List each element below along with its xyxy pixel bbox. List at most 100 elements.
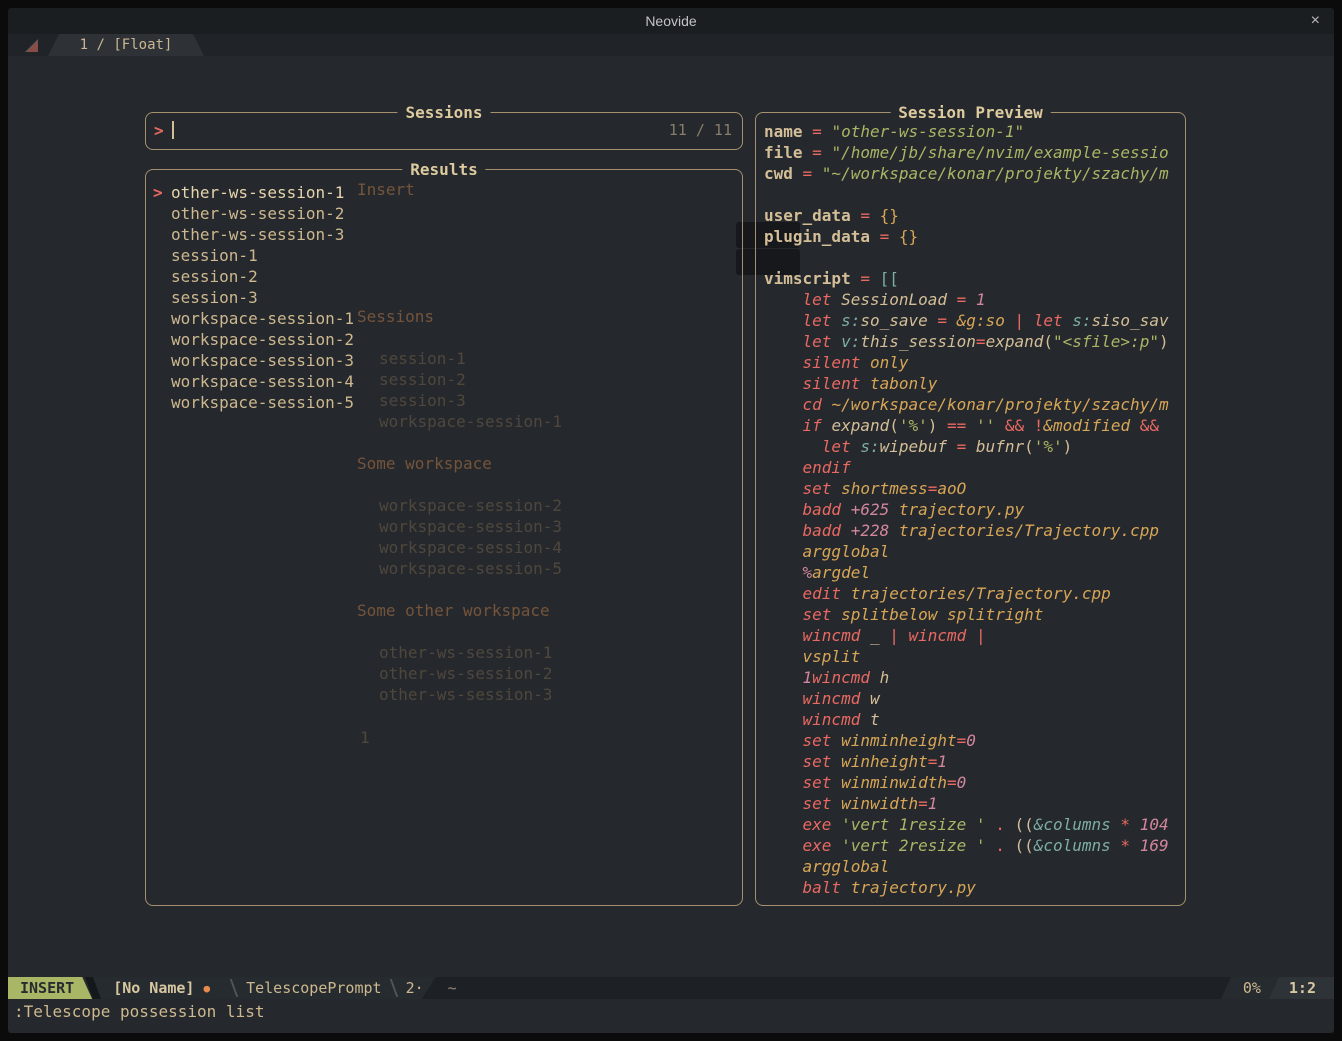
sessions-prompt-window: Sessions > 11 / 11 <box>145 102 743 150</box>
selection-caret <box>153 287 171 308</box>
preview-line: set winwidth=1 <box>802 794 938 813</box>
preview-line: vimscript = [[ <box>764 269 899 288</box>
selection-caret <box>153 224 171 245</box>
preview-line: wincmd _ | wincmd | <box>802 626 986 645</box>
preview-line <box>764 184 1185 205</box>
selection-caret <box>153 350 171 371</box>
preview-line: file = "/home/jb/share/nvim/example-sess… <box>764 143 1169 162</box>
session-name: session-3 <box>171 288 258 307</box>
list-item[interactable]: workspace-session-2 <box>146 329 742 350</box>
session-name: session-2 <box>171 267 258 286</box>
preview-line: exe 'vert 1resize ' . ((&columns * 104 <box>802 815 1169 834</box>
preview-line: set winheight=1 <box>802 752 948 771</box>
list-item[interactable]: workspace-session-5 <box>146 392 742 413</box>
list-item[interactable]: other-ws-session-3 <box>146 224 742 245</box>
preview-line: badd +625 trajectory.py <box>802 500 1025 519</box>
statusline: INSERT [No Name] ● TelescopePrompt 2· ~ … <box>8 977 1334 999</box>
preview-line: edit trajectories/Trajectory.cpp <box>802 584 1111 603</box>
session-name: workspace-session-2 <box>171 330 355 349</box>
preview-line: argglobal <box>802 542 890 561</box>
preview-line: cd ~/workspace/konar/projekty/szachy/m <box>802 395 1169 414</box>
preview-line: balt trajectory.py <box>802 878 976 897</box>
statusline-separator <box>229 979 239 997</box>
preview-line: wincmd w <box>802 689 880 708</box>
results-list: > other-ws-session-1 other-ws-session-2 oth… <box>146 170 742 413</box>
session-name: workspace-session-3 <box>171 351 355 370</box>
preview-line: argglobal <box>802 857 890 876</box>
selection-caret <box>153 203 171 224</box>
preview-line: let s:so_save = &g:so | let s:siso_sav <box>802 311 1169 330</box>
preview-line: let s:wipebuf = bufnr('%') <box>821 437 1073 456</box>
prompt-title: Sessions <box>397 102 491 123</box>
statusline-separator <box>389 979 398 997</box>
list-item[interactable]: session-3 <box>146 287 742 308</box>
selection-caret <box>153 392 171 413</box>
window-title: Neovide <box>645 13 697 29</box>
preview-line: silent only <box>802 353 909 372</box>
preview-line: %argdel <box>802 563 870 582</box>
home-indicator: ~ <box>447 979 457 997</box>
command-line-text: :Telescope possession list <box>14 1002 265 1021</box>
session-name: workspace-session-1 <box>171 309 355 328</box>
session-name: workspace-session-5 <box>171 393 355 412</box>
mode-indicator: INSERT <box>8 977 92 999</box>
file-segment: [No Name] ● <box>97 977 222 999</box>
preview-line: exe 'vert 2resize ' . ((&columns * 169 <box>802 836 1169 855</box>
text-cursor <box>172 121 174 139</box>
preview-line: if expand('%') == '' && !&modified && <box>802 416 1159 435</box>
tab-float[interactable]: 1 / [Float] <box>48 34 204 56</box>
preview-line: 1wincmd h <box>802 668 890 687</box>
preview-line: cwd = "~/workspace/konar/projekty/szachy… <box>764 164 1169 183</box>
close-icon: × <box>1310 12 1320 29</box>
command-line: :Telescope possession list <box>8 999 1334 1033</box>
preview-line: wincmd t <box>802 710 880 729</box>
session-name: other-ws-session-3 <box>171 225 345 244</box>
preview-title: Session Preview <box>890 102 1051 123</box>
session-name: other-ws-session-2 <box>171 204 345 223</box>
tabline-icon <box>25 39 38 52</box>
session-name: other-ws-session-1 <box>171 183 345 202</box>
window-titlebar: Neovide × <box>8 8 1334 34</box>
result-counter: 11 / 11 <box>668 121 732 139</box>
tab-label: 1 / [Float] <box>79 37 173 53</box>
selection-caret: > <box>153 183 163 202</box>
preview-line: endif <box>802 458 851 477</box>
selection-caret <box>153 266 171 287</box>
file-name: [No Name] <box>113 979 195 997</box>
prompt-caret: > <box>154 120 164 140</box>
window-close-button[interactable]: × <box>1311 8 1320 34</box>
window-number: 2· <box>405 979 424 997</box>
preview-line: vsplit <box>802 647 861 666</box>
preview-line: name = "other-ws-session-1" <box>764 122 1025 141</box>
list-item[interactable]: workspace-session-4 <box>146 371 742 392</box>
preview-line: let SessionLoad = 1 <box>802 290 986 309</box>
preview-line: silent tabonly <box>802 374 938 393</box>
list-item[interactable]: workspace-session-3 <box>146 350 742 371</box>
results-title: Results <box>402 159 486 180</box>
preview-line: let v:this_session=expand("<sfile>:p") <box>802 332 1169 351</box>
preview-line: set splitbelow splitright <box>802 605 1044 624</box>
selection-caret <box>153 308 171 329</box>
preview-line: plugin_data = {} <box>764 227 919 246</box>
preview-line: set winminwidth=0 <box>802 773 967 792</box>
list-item[interactable]: session-1 <box>146 245 742 266</box>
preview-line: user_data = {} <box>764 206 899 225</box>
tabline: 1 / [Float] <box>8 34 1334 56</box>
modified-dot-icon: ● <box>203 981 211 995</box>
list-item[interactable]: workspace-session-1 <box>146 308 742 329</box>
preview-line: set winminheight=0 <box>802 731 976 750</box>
cursor-position: 1:2 <box>1268 977 1334 999</box>
preview-line: badd +228 trajectories/Trajectory.cpp <box>802 521 1159 540</box>
selection-caret <box>153 245 171 266</box>
list-item[interactable]: > other-ws-session-1 <box>146 182 742 203</box>
list-item[interactable]: session-2 <box>146 266 742 287</box>
session-name: workspace-session-4 <box>171 372 355 391</box>
preview-window: Session Preview name = "other-ws-session… <box>755 102 1186 906</box>
results-window: Results > other-ws-session-1 other-ws-sess… <box>145 159 743 906</box>
selection-caret <box>153 371 171 392</box>
preview-content: name = "other-ws-session-1" file = "/home… <box>756 113 1185 905</box>
preview-line <box>764 247 1185 268</box>
session-name: session-1 <box>171 246 258 265</box>
preview-line: set shortmess=aoO <box>802 479 967 498</box>
list-item[interactable]: other-ws-session-2 <box>146 203 742 224</box>
